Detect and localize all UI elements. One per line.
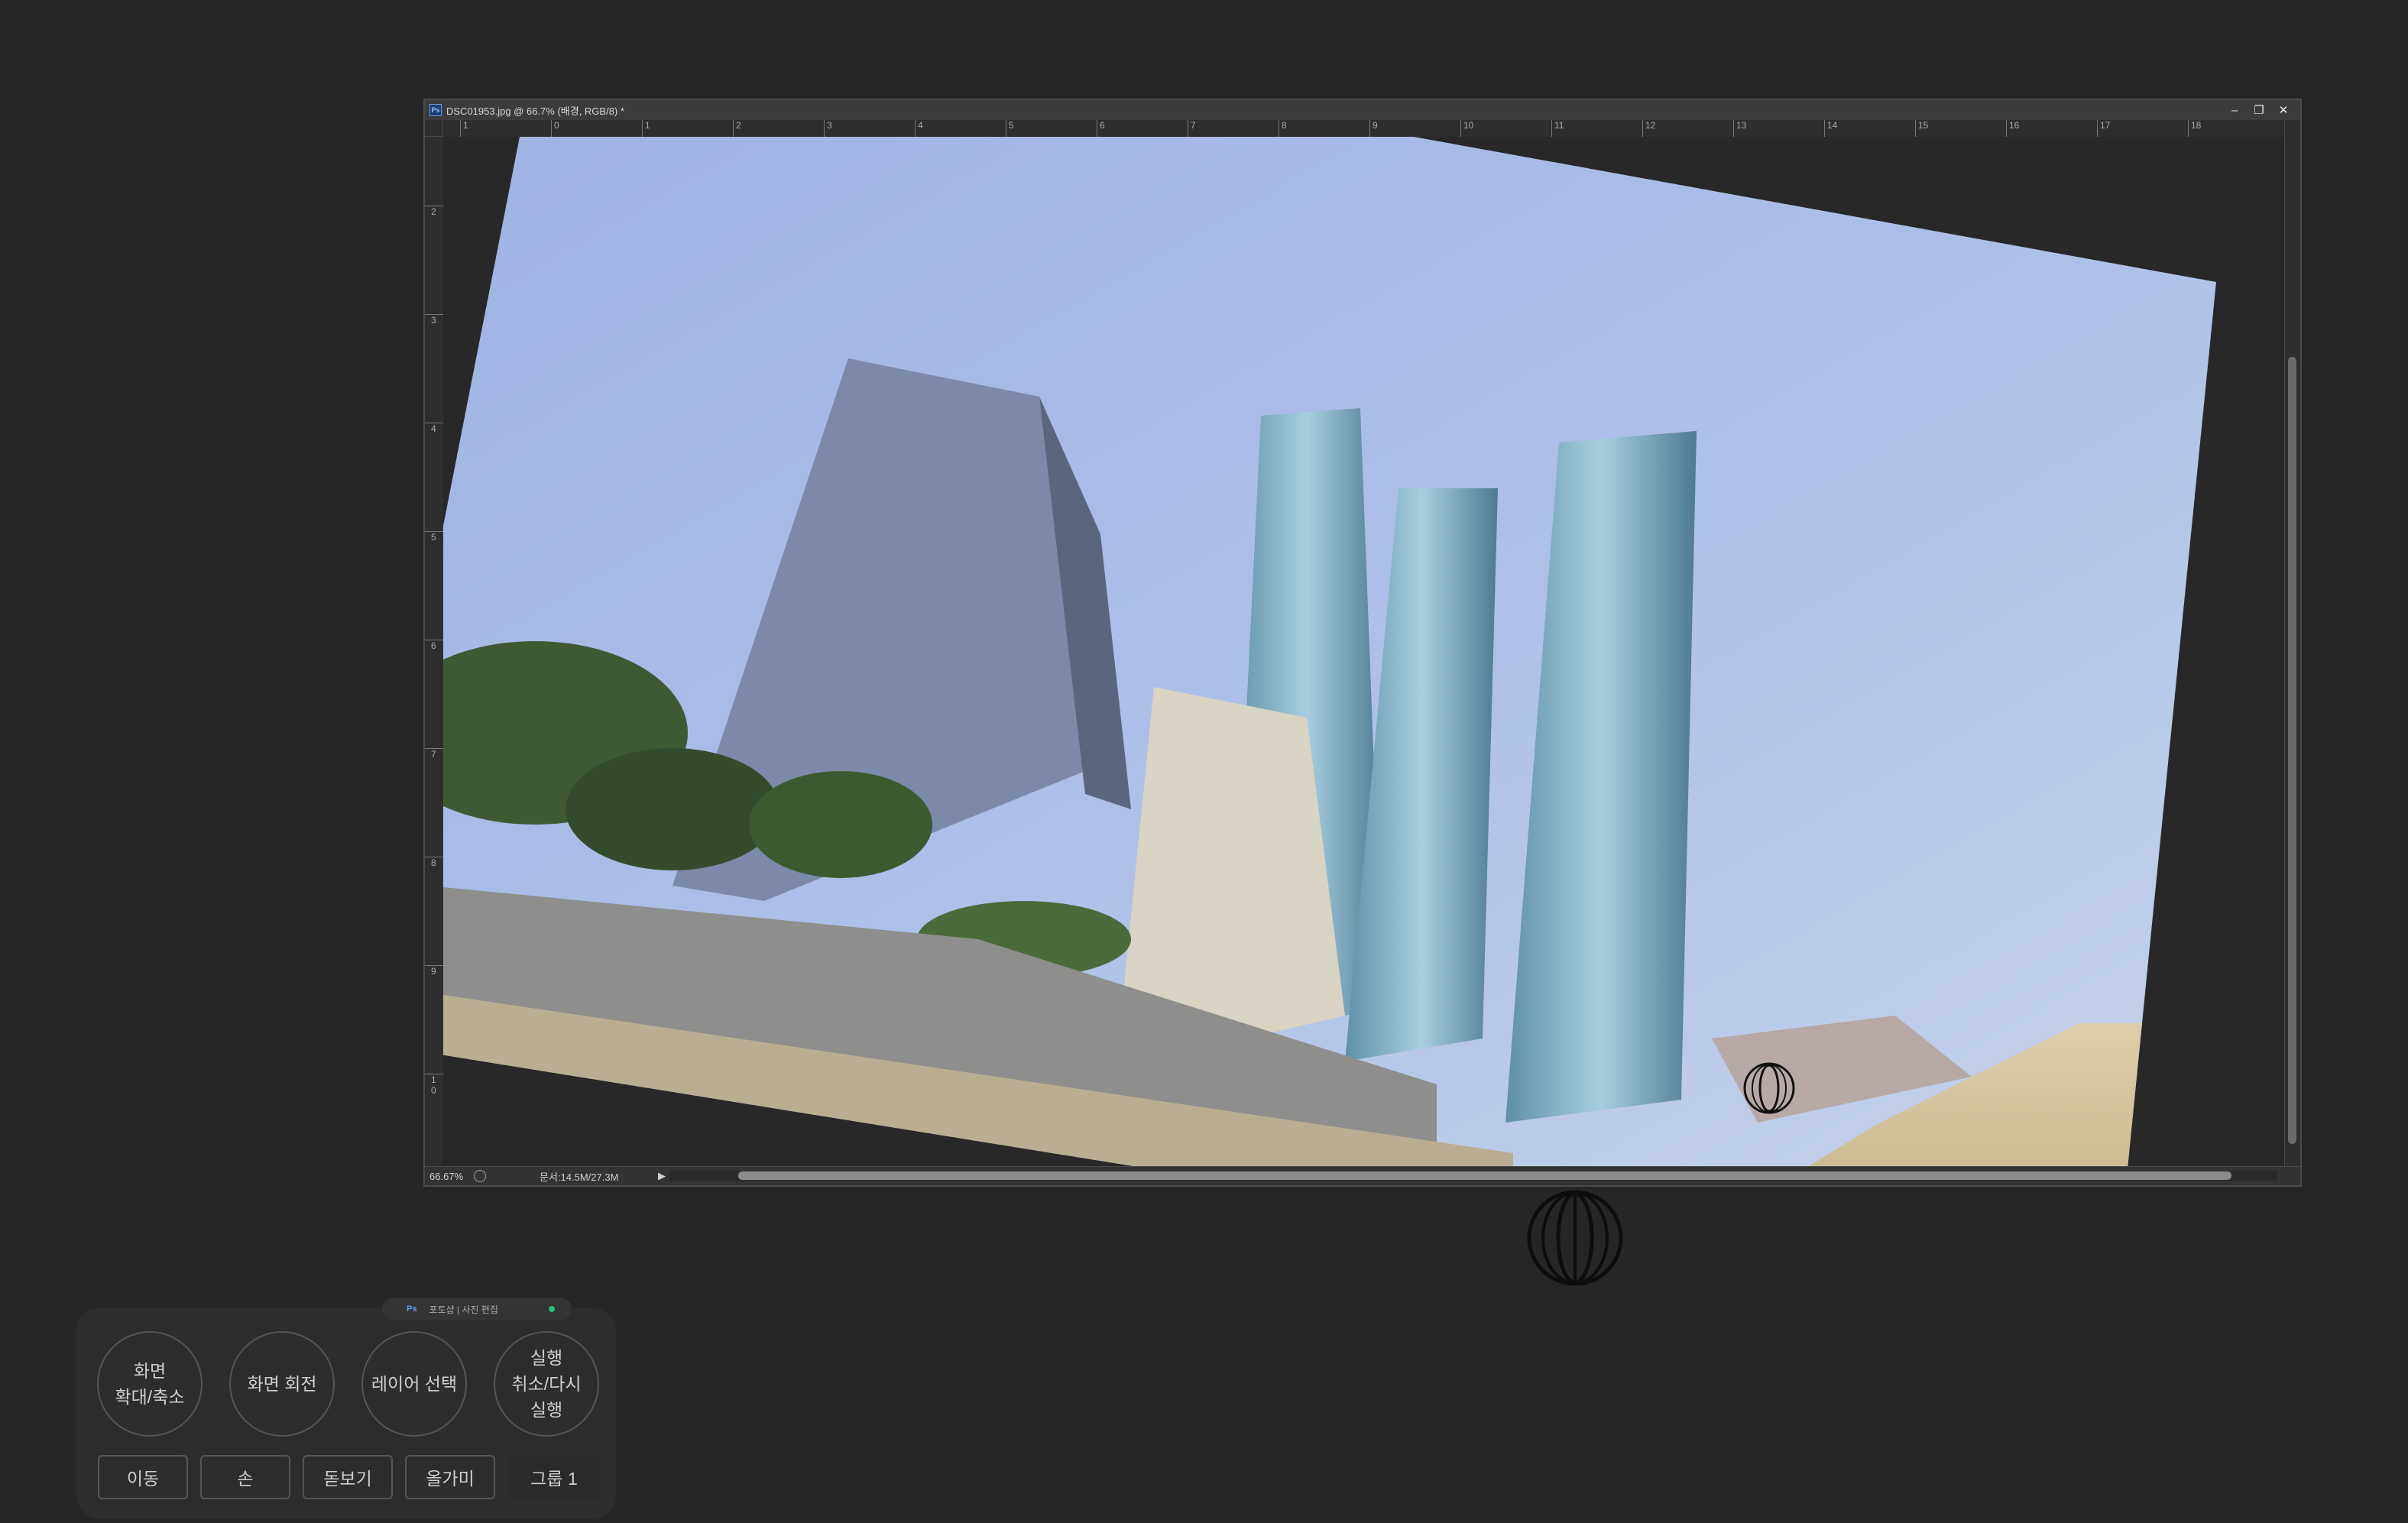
status-info-icon[interactable]: [474, 1170, 486, 1182]
ruler-h-tick: 14: [1824, 120, 1837, 137]
layer-select-button[interactable]: 레이어 선택: [361, 1331, 467, 1437]
ruler-h-tick: 4: [915, 120, 923, 137]
document-title: DSC01953.jpg @ 66.7% (배경, RGB/8) *: [446, 105, 624, 117]
palette-tab-label: 포토샵 | 사진 편집: [429, 1304, 498, 1315]
minimize-icon[interactable]: –: [2222, 102, 2247, 118]
zoom-tool-button[interactable]: 돋보기: [303, 1455, 393, 1499]
ruler-v-tick: 2: [425, 206, 443, 217]
ruler-h-tick: 17: [2097, 120, 2110, 137]
ruler-h-tick: 10: [1460, 120, 1473, 137]
zoom-view-button[interactable]: 화면 확대/축소: [97, 1331, 203, 1437]
ruler-v-tick: 9: [425, 965, 443, 977]
vertical-ruler[interactable]: 2 3 4 5 6 7 8 9 1 0: [425, 137, 444, 1167]
close-icon[interactable]: ✕: [2271, 102, 2296, 118]
status-dot-icon: [549, 1306, 555, 1312]
document-window: Ps DSC01953.jpg @ 66.7% (배경, RGB/8) * – …: [423, 99, 2302, 1187]
horizontal-ruler[interactable]: 1 0 1 2 3 4 5 6 7 8 9 10 11 12 13 14 15 16 17 18: [443, 120, 2285, 138]
group-label[interactable]: 그룹 1: [509, 1455, 599, 1499]
ruler-v-tick: 5: [425, 531, 443, 543]
status-bar: 66.67% 문서:14.5M/27.3M ▶: [425, 1166, 2300, 1185]
photoshop-badge-icon: Ps: [429, 104, 442, 116]
canvas-area[interactable]: [443, 137, 2285, 1167]
rotated-photo: [443, 137, 2216, 1167]
document-title-bar[interactable]: Ps DSC01953.jpg @ 66.7% (배경, RGB/8) * – …: [425, 100, 2300, 120]
ruler-h-tick: 18: [2188, 120, 2201, 137]
ruler-h-tick: 15: [1915, 120, 1928, 137]
ruler-h-tick: 7: [1188, 120, 1196, 137]
ruler-h-tick: 13: [1733, 120, 1746, 137]
status-menu-arrow-icon[interactable]: ▶: [654, 1170, 669, 1182]
ruler-h-tick: 0: [551, 120, 559, 137]
ruler-v-tick: 7: [425, 748, 443, 760]
restore-icon[interactable]: ❐: [2247, 102, 2271, 118]
vertical-scroll-thumb[interactable]: [2288, 357, 2296, 1144]
zoom-level[interactable]: 66.67%: [425, 1171, 474, 1182]
lasso-tool-button[interactable]: 올가미: [405, 1455, 495, 1499]
photoshop-tab-icon: Ps: [407, 1304, 417, 1314]
ruler-h-tick: 16: [2006, 120, 2019, 137]
horizontal-scrollbar[interactable]: [669, 1171, 2277, 1181]
hand-tool-button[interactable]: 손: [200, 1455, 290, 1499]
horizontal-scroll-thumb[interactable]: [738, 1171, 2231, 1180]
palette-tab[interactable]: Ps 포토샵 | 사진 편집: [382, 1298, 572, 1320]
rotate-view-button[interactable]: 화면 회전: [229, 1331, 335, 1437]
move-tool-button[interactable]: 이동: [98, 1455, 188, 1499]
ruler-h-tick: 11: [1551, 120, 1564, 137]
ruler-v-tick: 4: [425, 423, 443, 434]
vertical-scrollbar[interactable]: [2284, 120, 2300, 1167]
ruler-h-tick: 1: [460, 120, 468, 137]
window-controls: – ❐ ✕: [2222, 100, 2296, 120]
ruler-corner[interactable]: [425, 120, 443, 137]
ruler-h-tick: 8: [1279, 120, 1287, 137]
ruler-h-tick: 6: [1097, 120, 1105, 137]
undo-redo-button[interactable]: 실행 취소/다시 실행: [494, 1331, 599, 1437]
ruler-v-tick: 8: [425, 857, 443, 868]
ruler-h-tick: 2: [733, 120, 741, 137]
ruler-h-tick: 3: [824, 120, 832, 137]
rotate-view-cursor-icon: [1743, 1062, 1795, 1114]
document-size-info: 문서:14.5M/27.3M: [540, 1171, 619, 1183]
ruler-h-tick: 1: [642, 120, 650, 137]
ruler-v-tick: 1 0: [425, 1074, 443, 1096]
ruler-h-tick: 5: [1006, 120, 1014, 137]
ruler-h-tick: 9: [1369, 120, 1378, 137]
rotate-view-cursor-icon-large: [1527, 1190, 1623, 1286]
ruler-v-tick: 6: [425, 640, 443, 651]
ruler-h-tick: 12: [1642, 120, 1655, 137]
ruler-v-tick: 3: [425, 314, 443, 326]
